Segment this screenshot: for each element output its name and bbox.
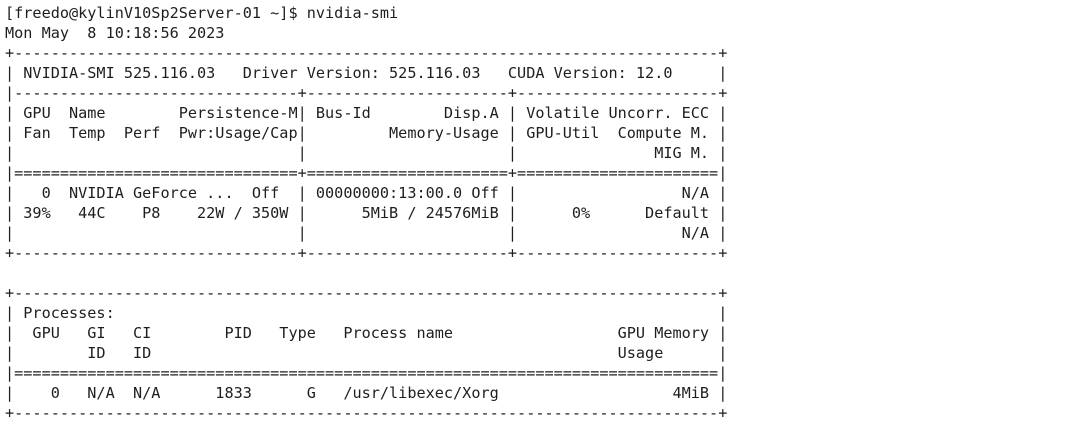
gpu-row-3: | | | N/A | [5, 224, 728, 242]
smi-column-header-1: | GPU Name Persistence-M| Bus-Id Disp.A … [5, 104, 728, 122]
smi-version-line: | NVIDIA-SMI 525.116.03 Driver Version: … [5, 64, 728, 82]
command-text: nvidia-smi [306, 4, 399, 22]
terminal-output[interactable]: [freedo@kylinV10Sp2Server-01 ~]$ nvidia-… [5, 3, 1083, 419]
processes-double-separator: |=======================================… [5, 364, 728, 382]
processes-border-top: +---------------------------------------… [5, 284, 728, 302]
processes-title: | Processes: | [5, 304, 728, 322]
smi-separator: |-------------------------------+-------… [5, 84, 728, 102]
gpu-row-1: | 0 NVIDIA GeForce ... Off | 00000000:13… [5, 184, 728, 202]
smi-border-top: +---------------------------------------… [5, 44, 728, 62]
gpu-border-bottom: +-------------------------------+-------… [5, 244, 728, 262]
processes-border-bottom: +---------------------------------------… [5, 404, 728, 419]
smi-column-header-3: | | | MIG M. | [5, 144, 728, 162]
prompt-line: [freedo@kylinV10Sp2Server-01 ~]$ nvidia-… [5, 3, 1083, 23]
smi-column-header-2: | Fan Temp Perf Pwr:Usage/Cap| Memory-Us… [5, 124, 728, 142]
date-line: Mon May 8 10:18:56 2023 [5, 24, 225, 42]
processes-header-1: | GPU GI CI PID Type Process name GPU Me… [5, 324, 728, 342]
process-row: | 0 N/A N/A 1833 G /usr/libexec/Xorg 4Mi… [5, 384, 728, 402]
smi-double-separator: |===============================+=======… [5, 164, 728, 182]
processes-header-2: | ID ID Usage | [5, 344, 728, 362]
gpu-row-2: | 39% 44C P8 22W / 350W | 5MiB / 24576Mi… [5, 204, 728, 222]
shell-prompt: [freedo@kylinV10Sp2Server-01 ~]$ [5, 4, 307, 22]
